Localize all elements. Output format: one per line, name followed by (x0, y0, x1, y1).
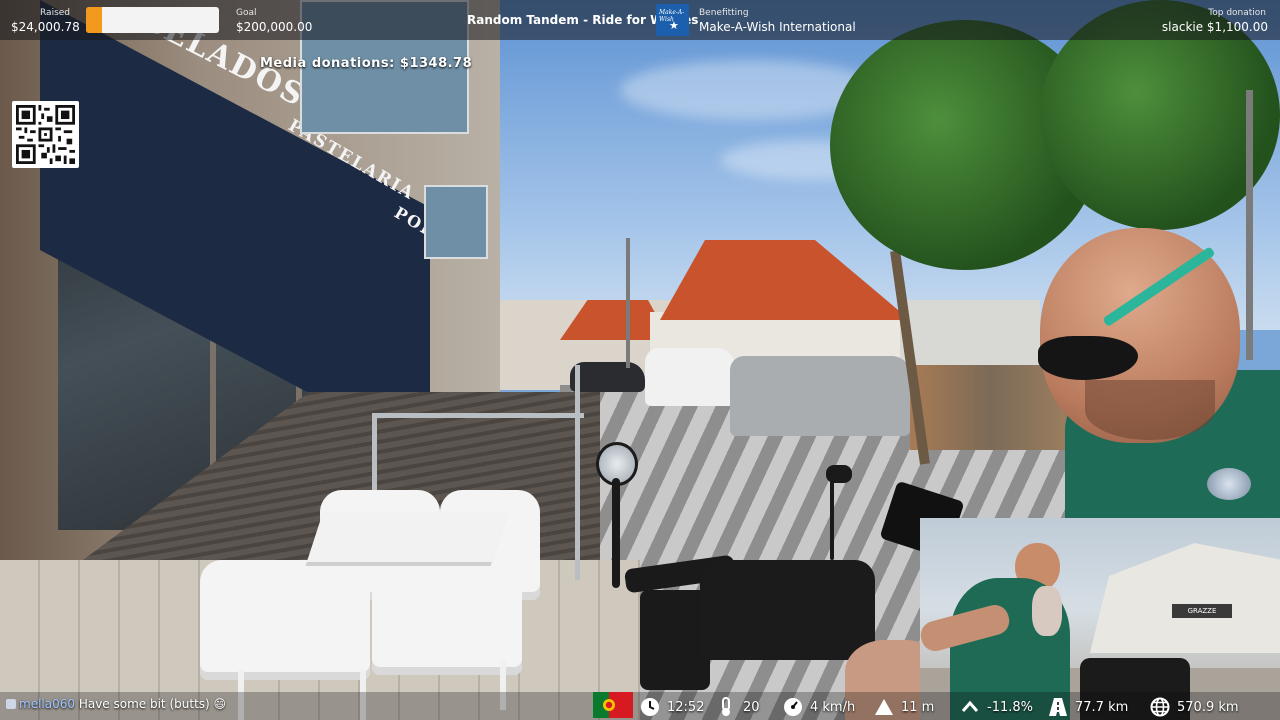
chevron-up-icon (961, 700, 979, 712)
side-building (900, 300, 1040, 370)
street-lamp (1246, 90, 1253, 360)
mountain-icon (875, 699, 893, 715)
benefitting-value: Make-A-Wish International (699, 20, 856, 34)
media-donations-total: Media donations: $1348.78 (260, 56, 473, 71)
rider-beard (1085, 380, 1215, 440)
utility-pole (626, 238, 630, 368)
elevation-value: 11 m (901, 699, 935, 715)
rear-camera-inset: GRAZZE (920, 518, 1280, 720)
grade-stat: -11.8% (960, 697, 1033, 717)
clock-icon (641, 698, 659, 716)
road-icon (1049, 698, 1067, 716)
time-value: 12:52 (667, 699, 705, 715)
qr-code-icon[interactable] (12, 101, 79, 168)
distance-today-value: 77.7 km (1075, 699, 1129, 715)
speed-stat: 4 km/h (783, 697, 855, 717)
elevation-stat: 11 m (874, 697, 934, 717)
glass-railing (372, 413, 584, 418)
handlebar-bag (700, 560, 875, 660)
chat-message: mella060 Have some bit (butts) 😄 (6, 697, 226, 711)
inset-shop-sign: GRAZZE (1172, 604, 1232, 618)
speedometer-icon (784, 698, 802, 716)
distance-today-stat: 77.7 km (1048, 697, 1128, 717)
chat-user-icon (6, 699, 16, 709)
raised-label: Raised (40, 8, 71, 18)
inset-building (1090, 543, 1280, 653)
benefitting-label: Benefitting (699, 8, 749, 18)
inset-passenger (1032, 586, 1062, 636)
thermometer-icon (722, 697, 730, 716)
time-stat: 12:52 (640, 697, 704, 717)
white-chair (372, 565, 522, 675)
chat-username: mella060 (19, 697, 75, 711)
donation-progress-fill (86, 7, 102, 33)
distance-total-stat: 570.9 km (1150, 697, 1239, 717)
balcony (424, 185, 488, 259)
distance-total-value: 570.9 km (1177, 699, 1239, 715)
glass-railing-post (575, 365, 580, 580)
white-chair (200, 560, 370, 680)
white-van (645, 348, 735, 406)
make-a-wish-logo: Make-A-Wish ★ (656, 4, 689, 36)
raised-value: $24,000.78 (11, 20, 80, 34)
mirror-stem (612, 478, 620, 588)
top-donation-value: slackie $1,100.00 (1161, 20, 1268, 34)
temperature-stat: 20 (716, 697, 760, 717)
shirt-pin (1207, 468, 1251, 500)
silver-car (730, 356, 910, 436)
camera-mount (830, 480, 834, 560)
qr-code-pattern (16, 105, 75, 164)
goal-value: $200,000.00 (236, 20, 313, 34)
portugal-flag-icon (593, 692, 633, 718)
top-donation-label: Top donation (1208, 8, 1266, 18)
speed-value: 4 km/h (810, 699, 856, 715)
chat-text: Have some bit (butts) 😄 (78, 697, 227, 711)
globe-icon (1150, 697, 1170, 717)
temperature-value: 20 (743, 699, 760, 715)
grade-value: -11.8% (987, 699, 1033, 715)
dark-car (570, 362, 645, 392)
white-table (306, 512, 509, 562)
star-icon: ★ (669, 19, 679, 32)
donation-progress-bar (86, 7, 219, 33)
goal-label: Goal (236, 8, 257, 18)
